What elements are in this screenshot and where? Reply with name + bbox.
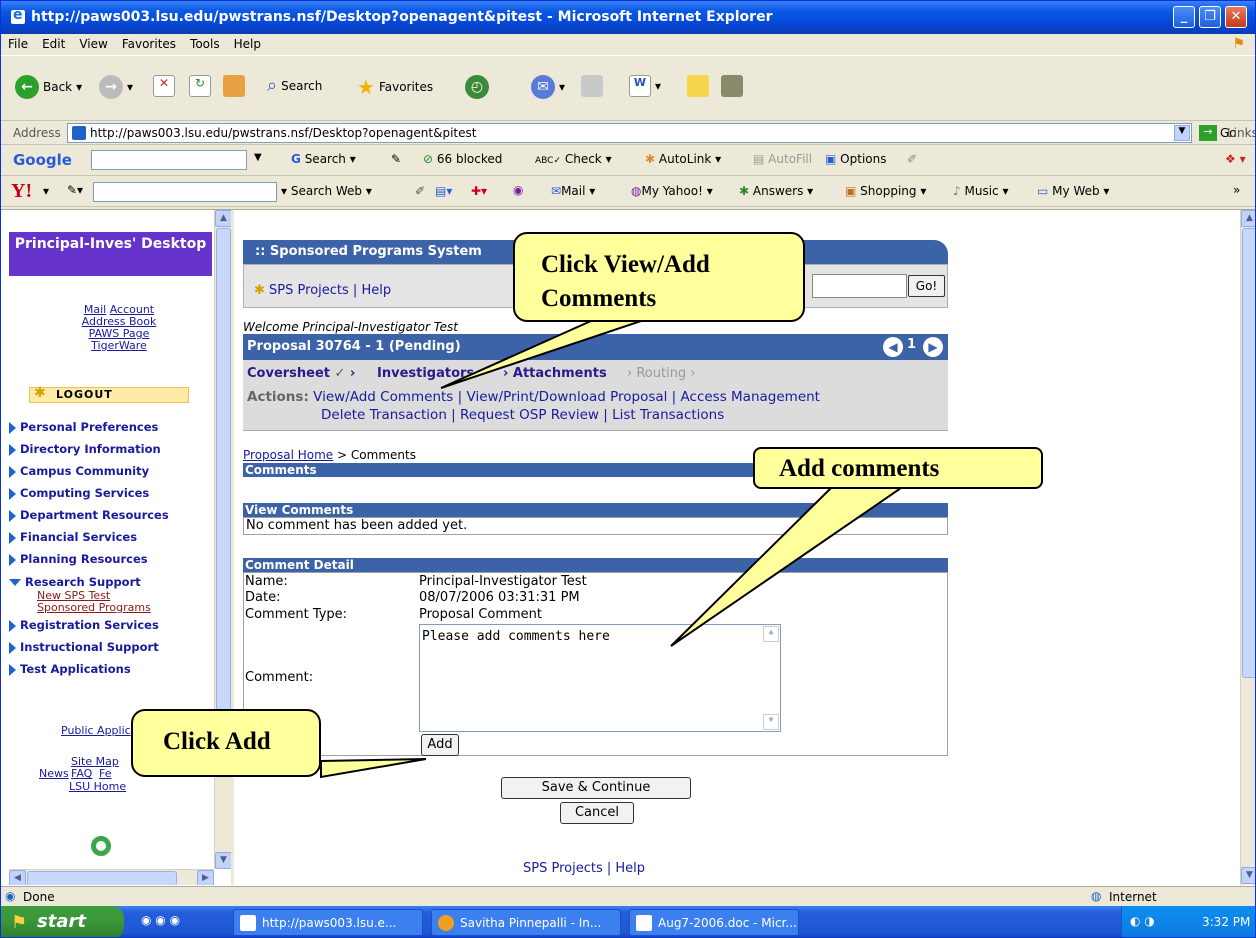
callout-click-add: Click Add — [131, 709, 321, 777]
callout-pointers — [320, 320, 905, 779]
browser-window: http://paws003.lsu.edu/pwstrans.nsf/Desk… — [0, 0, 1256, 938]
add-comments-callout-tail — [670, 487, 905, 647]
click-add-callout-tail — [320, 758, 427, 779]
callout-view-comments: Click View/Add Comments — [513, 232, 805, 322]
view-callout-tail — [440, 320, 642, 389]
callout-add-comments: Add comments — [753, 447, 1043, 489]
